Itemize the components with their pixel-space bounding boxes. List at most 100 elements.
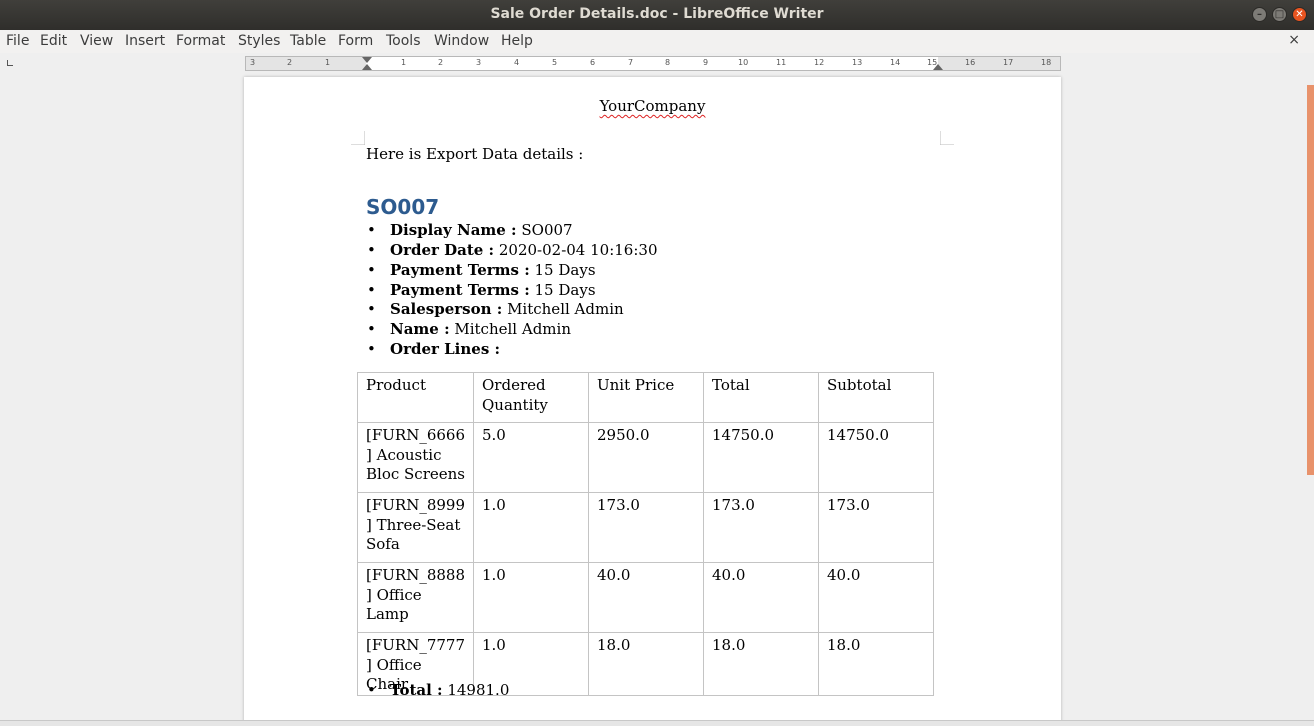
- menu-help[interactable]: Help: [501, 33, 533, 49]
- ruler-label: 9: [703, 58, 709, 67]
- menu-styles[interactable]: Styles: [238, 33, 280, 49]
- table-header-cell[interactable]: Subtotal: [818, 372, 934, 423]
- detail-label: Name :: [390, 320, 450, 339]
- table-cell[interactable]: 173.0: [588, 492, 704, 563]
- status-bar: [0, 720, 1314, 726]
- detail-value: 2020-02-04 10:16:30: [494, 240, 658, 259]
- left-indent-marker[interactable]: [362, 57, 372, 63]
- close-document-icon[interactable]: ×: [1288, 32, 1300, 48]
- ruler-label: 3: [476, 58, 482, 67]
- menu-insert[interactable]: Insert: [125, 33, 165, 49]
- ruler-label: 14: [890, 58, 901, 67]
- table-header-cell[interactable]: Ordered Quantity: [473, 372, 589, 423]
- table-cell[interactable]: 2950.0: [588, 422, 704, 493]
- list-item: • Payment Terms : 15 Days: [367, 280, 596, 299]
- detail-label: Payment Terms :: [390, 260, 530, 279]
- detail-value: Mitchell Admin: [449, 320, 571, 339]
- ruler-label: 13: [852, 58, 863, 67]
- right-indent-marker[interactable]: [933, 64, 943, 70]
- ruler-label: 4: [514, 58, 520, 67]
- table-header-cell[interactable]: Unit Price: [588, 372, 704, 423]
- horizontal-ruler[interactable]: 3 2 1 1 2 3 4 5 6 7 8 9 10 11 12 13 14 1…: [245, 56, 1061, 71]
- order-total: • Total : 14981.0: [367, 681, 510, 699]
- table-header-cell[interactable]: Product: [357, 372, 474, 423]
- ruler-label: 7: [628, 58, 634, 67]
- detail-label: Order Date :: [390, 240, 495, 259]
- ruler-label: 18: [1041, 58, 1052, 67]
- menu-tools[interactable]: Tools: [386, 33, 421, 49]
- list-item: • Salesperson : Mitchell Admin: [367, 300, 624, 319]
- table-cell[interactable]: 18.0: [818, 632, 934, 696]
- menu-bar: File Edit View Insert Format Styles Tabl…: [0, 30, 1314, 53]
- ruler-label: 1: [325, 58, 331, 67]
- table-cell[interactable]: 40.0: [818, 562, 934, 633]
- table-row: [FURN_8999 ] Three-Seat Sofa 1.0 173.0 1…: [357, 492, 934, 563]
- menu-view[interactable]: View: [80, 33, 113, 49]
- menu-window[interactable]: Window: [434, 33, 489, 49]
- vertical-scrollbar[interactable]: [1307, 85, 1314, 475]
- ruler-label: 11: [776, 58, 787, 67]
- table-cell[interactable]: 1.0: [473, 562, 589, 633]
- menu-table[interactable]: Table: [290, 33, 326, 49]
- menu-format[interactable]: Format: [176, 33, 225, 49]
- detail-label: Payment Terms :: [390, 280, 530, 299]
- detail-label: Display Name :: [390, 221, 517, 239]
- table-cell[interactable]: [FURN_6666 ] Acoustic Bloc Screens: [357, 422, 474, 493]
- menu-form[interactable]: Form: [338, 33, 373, 49]
- ruler-label: 1: [401, 58, 407, 67]
- total-value: 14981.0: [442, 681, 510, 699]
- table-cell[interactable]: 5.0: [473, 422, 589, 493]
- ruler-label: 2: [438, 58, 444, 67]
- menu-file[interactable]: File: [6, 33, 29, 49]
- table-header-cell[interactable]: Total: [703, 372, 819, 423]
- window-title: Sale Order Details.doc - LibreOffice Wri…: [490, 6, 824, 22]
- minimize-icon[interactable]: –: [1252, 7, 1267, 22]
- total-label: Total :: [390, 681, 443, 699]
- ruler-label: 6: [590, 58, 596, 67]
- ruler-label: 16: [965, 58, 976, 67]
- detail-label: Order Lines :: [390, 340, 501, 359]
- table-cell[interactable]: 173.0: [703, 492, 819, 563]
- list-item: • Display Name : SO007: [367, 221, 573, 239]
- intro-text: Here is Export Data details :: [366, 145, 584, 163]
- table-row: [FURN_8888 ] Office Lamp 1.0 40.0 40.0 4…: [357, 562, 934, 633]
- order-heading: SO007: [366, 195, 440, 219]
- list-item: • Name : Mitchell Admin: [367, 320, 571, 339]
- ruler-label: 5: [552, 58, 558, 67]
- table-cell[interactable]: 1.0: [473, 492, 589, 563]
- table-cell[interactable]: [FURN_8888 ] Office Lamp: [357, 562, 474, 633]
- ruler-label: 8: [665, 58, 671, 67]
- document-page[interactable]: YourCompany Here is Export Data details …: [244, 77, 1061, 726]
- table-row: [FURN_6666 ] Acoustic Bloc Screens 5.0 2…: [357, 422, 934, 493]
- ruler-label: 12: [814, 58, 825, 67]
- document-workspace: 3 2 1 1 2 3 4 5 6 7 8 9 10 11 12 13 14 1…: [0, 53, 1314, 726]
- table-cell[interactable]: 18.0: [703, 632, 819, 696]
- detail-value: Mitchell Admin: [502, 300, 624, 319]
- title-bar: Sale Order Details.doc - LibreOffice Wri…: [0, 0, 1314, 30]
- table-cell[interactable]: 18.0: [588, 632, 704, 696]
- menu-edit[interactable]: Edit: [40, 33, 67, 49]
- table-cell[interactable]: 14750.0: [818, 422, 934, 493]
- table-cell[interactable]: 14750.0: [703, 422, 819, 493]
- table-cell[interactable]: 40.0: [703, 562, 819, 633]
- list-item: • Order Lines :: [367, 340, 501, 359]
- list-item: • Order Date : 2020-02-04 10:16:30: [367, 240, 658, 259]
- text-boundary-corner: [351, 131, 365, 145]
- company-header: YourCompany: [244, 97, 1061, 115]
- maximize-icon[interactable]: □: [1272, 7, 1287, 22]
- order-details-list: • Display Name : SO007 • Order Date : 2020…: [366, 221, 657, 360]
- close-icon[interactable]: ✕: [1292, 7, 1307, 22]
- ruler-label: 2: [287, 58, 293, 67]
- detail-value: 15 Days: [529, 280, 596, 299]
- table-cell[interactable]: 173.0: [818, 492, 934, 563]
- ruler-label: 17: [1003, 58, 1014, 67]
- ruler-label: 10: [738, 58, 749, 67]
- list-item: • Payment Terms : 15 Days: [367, 260, 596, 279]
- table-cell[interactable]: 40.0: [588, 562, 704, 633]
- table-header-row: Product Ordered Quantity Unit Price Tota…: [357, 372, 934, 423]
- tab-stop-icon[interactable]: [7, 60, 13, 66]
- text-boundary-corner: [940, 131, 954, 145]
- left-indent-marker-bottom[interactable]: [362, 64, 372, 70]
- detail-label: Salesperson :: [390, 300, 503, 319]
- table-cell[interactable]: [FURN_8999 ] Three-Seat Sofa: [357, 492, 474, 563]
